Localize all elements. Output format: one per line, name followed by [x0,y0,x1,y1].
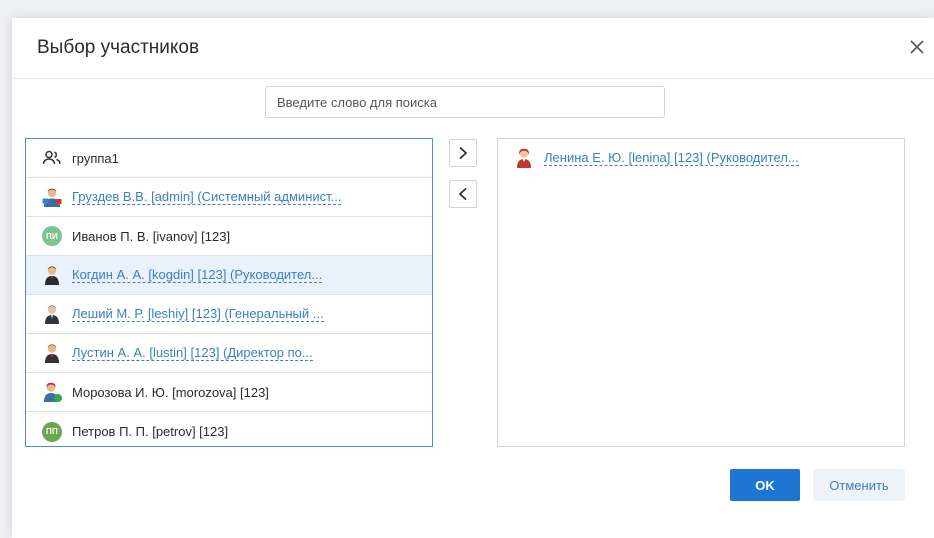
move-right-button[interactable] [449,139,477,167]
ok-button[interactable]: OK [730,469,800,501]
list-item[interactable]: Леший М. Р. [leshiy] [123] (Генеральный … [26,295,432,334]
list-item[interactable]: Когдин А. А. [kogdin] [123] (Руководител… [26,256,432,295]
chosen-list: Ленина Е. Ю. [lenina] [123] (Руководител… [497,138,905,447]
close-icon[interactable] [906,36,928,58]
dialog-header: Выбор участников [12,18,934,79]
list-item[interactable]: Ленина Е. Ю. [lenina] [123] (Руководител… [498,139,904,171]
chevron-right-icon [459,146,468,160]
list-item-label: Груздев В.В. [admin] (Системный админист… [72,189,342,205]
move-left-button[interactable] [449,180,477,208]
available-list: группа1 Груздев В.В. [admin] (Системный … [25,138,433,447]
user-avatar-icon [41,303,63,325]
list-item[interactable]: Лустин А. А. [lustin] [123] (Директор по… [26,334,432,373]
dialog-title: Выбор участников [37,37,200,58]
avatar-initials: ПИ [42,226,62,246]
list-item[interactable]: ПП Петров П. П. [petrov] [123] [26,412,432,446]
list-item-label: Леший М. Р. [leshiy] [123] (Генеральный … [72,306,324,322]
list-item[interactable]: группа1 [26,139,432,178]
chevron-left-icon [458,187,467,201]
cancel-button[interactable]: Отменить [813,469,905,501]
list-item-label: Лустин А. А. [lustin] [123] (Директор по… [72,345,313,361]
female-avatar-icon [513,147,535,169]
list-item-label: Морозова И. Ю. [morozova] [123] [72,384,269,400]
user-avatar-icon [41,342,63,364]
list-item-label: Петров П. П. [petrov] [123] [72,424,229,439]
initials-avatar: ПП [41,421,63,443]
list-item-label: группа1 [72,150,119,166]
list-item[interactable]: Морозова И. Ю. [morozova] [123] [26,373,432,412]
list-item[interactable]: Груздев В.В. [admin] (Системный админист… [26,178,432,217]
list-item[interactable]: ПИ Иванов П. В. [ivanov] [123] [26,217,432,256]
user-avatar-icon [41,381,63,403]
avatar-initials: ПП [42,421,62,442]
list-item-label: Ленина Е. Ю. [lenina] [123] (Руководител… [544,150,799,166]
group-icon [41,147,63,169]
list-item-label: Когдин А. А. [kogdin] [123] (Руководител… [72,267,323,283]
user-avatar-icon [41,264,63,286]
initials-avatar: ПИ [41,225,63,247]
list-item-label: Иванов П. В. [ivanov] [123] [72,228,231,244]
admin-avatar-icon [41,186,63,208]
search-input[interactable] [265,86,665,118]
